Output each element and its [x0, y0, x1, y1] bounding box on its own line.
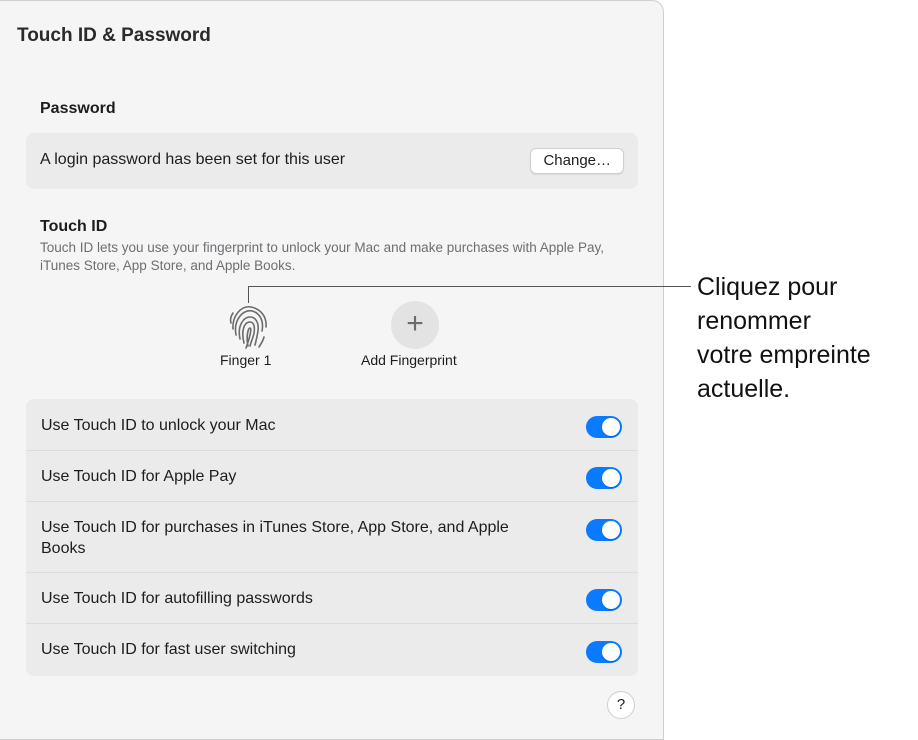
option-row-purchases: Use Touch ID for purchases in iTunes Sto…	[26, 502, 638, 573]
callout-line-1: Cliquez pour	[697, 273, 838, 301]
option-row-unlock-mac: Use Touch ID to unlock your Mac	[26, 399, 638, 451]
callout-line-vertical	[248, 287, 249, 303]
callout-line-3: votre empreinte	[697, 341, 871, 369]
autofill-passwords-toggle[interactable]	[586, 589, 622, 611]
change-password-button[interactable]: Change…	[530, 148, 624, 174]
fast-user-switching-toggle[interactable]	[586, 641, 622, 663]
option-label: Use Touch ID for Apple Pay	[41, 468, 237, 485]
password-status-text: A login password has been set for this u…	[40, 151, 346, 168]
password-card: A login password has been set for this u…	[26, 133, 638, 189]
option-row-apple-pay: Use Touch ID for Apple Pay	[26, 451, 638, 502]
password-heading: Password	[40, 100, 116, 117]
plus-icon[interactable]: +	[391, 301, 439, 349]
fingerprint-label[interactable]: Finger 1	[220, 352, 271, 368]
unlock-mac-toggle[interactable]	[586, 416, 622, 438]
toggle-knob	[602, 469, 620, 487]
option-label: Use Touch ID to unlock your Mac	[41, 417, 276, 434]
touch-id-heading: Touch ID	[40, 218, 108, 235]
toggle-knob	[602, 418, 620, 436]
option-row-autofill: Use Touch ID for autofilling passwords	[26, 573, 638, 624]
help-button[interactable]: ?	[607, 691, 635, 719]
purchases-toggle[interactable]	[586, 519, 622, 541]
callout-line-horizontal	[248, 286, 691, 287]
apple-pay-toggle[interactable]	[586, 467, 622, 489]
toggle-knob	[602, 643, 620, 661]
toggle-knob	[602, 591, 620, 609]
option-label: Use Touch ID for autofilling passwords	[41, 590, 313, 607]
callout-line-4: actuelle.	[697, 375, 791, 403]
window-title: Touch ID & Password	[17, 25, 211, 46]
touch-id-description: Touch ID lets you use your fingerprint t…	[40, 240, 605, 273]
callout-line-2: renommer	[697, 307, 811, 335]
touch-id-options-list: Use Touch ID to unlock your Mac Use Touc…	[26, 399, 638, 676]
toggle-knob	[602, 521, 620, 539]
add-fingerprint-label[interactable]: Add Fingerprint	[361, 352, 457, 368]
callout-text: Cliquez pour renommer votre empreinte ac…	[697, 270, 871, 406]
fingerprint-icon[interactable]	[222, 301, 276, 351]
option-label: Use Touch ID for purchases in iTunes Sto…	[41, 519, 509, 557]
option-label: Use Touch ID for fast user switching	[41, 641, 296, 658]
settings-window: Touch ID & Password Password A login pas…	[0, 0, 664, 740]
option-row-user-switching: Use Touch ID for fast user switching	[26, 624, 638, 676]
